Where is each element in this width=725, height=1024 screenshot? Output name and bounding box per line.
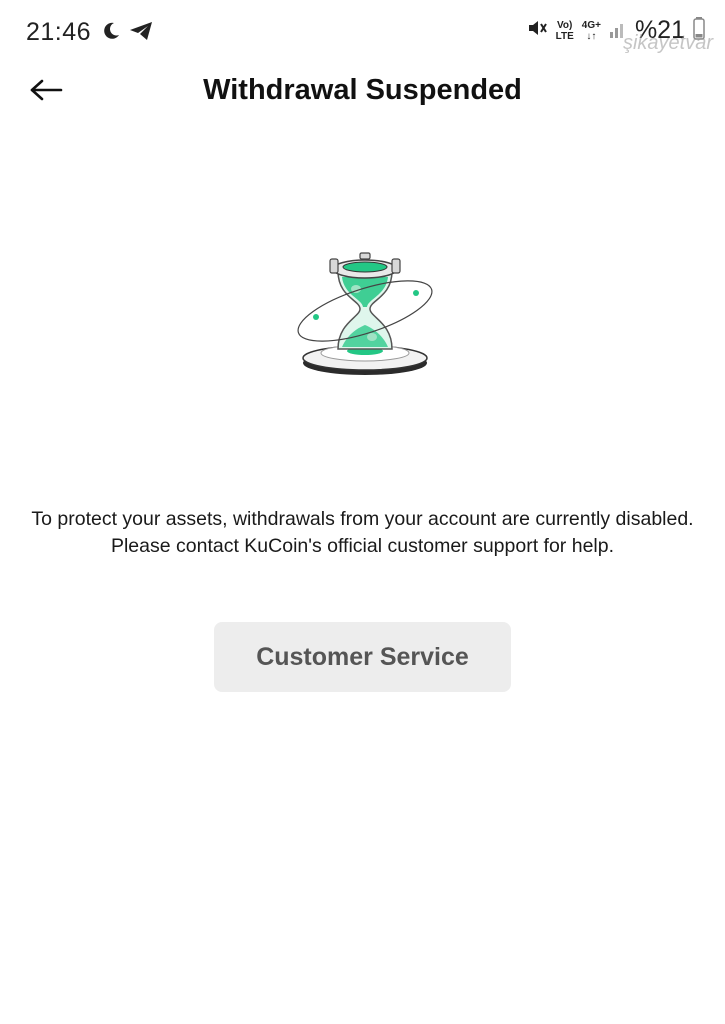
- status-time: 21:46: [26, 18, 92, 46]
- hourglass-icon: [290, 245, 440, 380]
- screen: 21:46 Vo) LTE 4G+ ↓↑ %21 şikayetvar With…: [0, 0, 725, 1024]
- network-indicator: 4G+ ↓↑: [582, 20, 601, 42]
- customer-service-button[interactable]: Customer Service: [214, 622, 511, 692]
- status-left-icons: [100, 20, 154, 47]
- lte-label: LTE: [555, 30, 574, 42]
- network-type-label: 4G+: [581, 19, 601, 31]
- volte-indicator: Vo) LTE: [556, 20, 574, 42]
- page-title: Withdrawal Suspended: [203, 74, 522, 106]
- watermark: şikayetvar: [622, 32, 713, 54]
- status-bar: 21:46 Vo) LTE 4G+ ↓↑ %21 şikayetvar: [0, 0, 725, 70]
- moon-icon: [100, 20, 122, 47]
- suspension-message: To protect your assets, withdrawals from…: [31, 508, 694, 557]
- mute-icon: [526, 17, 548, 44]
- app-header: Withdrawal Suspended: [0, 70, 725, 114]
- volte-label: Vo): [557, 19, 573, 31]
- data-arrows: ↓↑: [586, 30, 597, 42]
- telegram-icon: [128, 20, 154, 47]
